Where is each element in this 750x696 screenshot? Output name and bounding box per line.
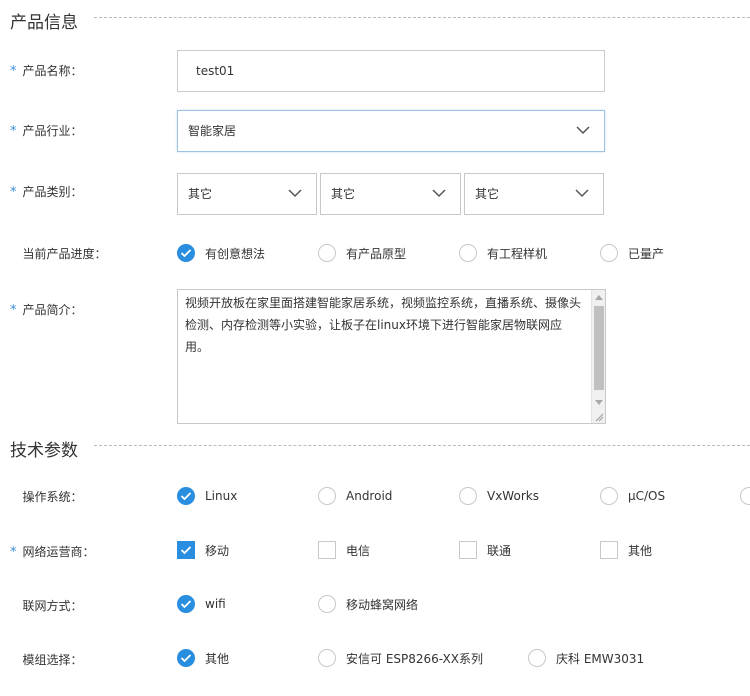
product-name-label: * 产品名称： xyxy=(10,64,83,79)
required-star-icon: * xyxy=(10,545,17,560)
network-option-wifi[interactable]: wifi xyxy=(177,595,226,613)
section-title-product-info: 产品信息 xyxy=(10,13,78,33)
progress-label: *当前产品进度： xyxy=(22,247,107,261)
radio-unchecked-icon xyxy=(459,244,477,262)
required-star-icon: * xyxy=(10,64,17,79)
module-label: *模组选择： xyxy=(22,653,83,667)
carrier-option-telecom[interactable]: 电信 xyxy=(318,541,370,559)
radio-unchecked-icon xyxy=(318,244,336,262)
industry-select[interactable]: 智能家居 xyxy=(177,110,605,152)
module-option-other[interactable]: 其他 xyxy=(177,649,229,667)
carrier-option-other[interactable]: 其他 xyxy=(600,541,652,559)
checkbox-unchecked-icon xyxy=(459,541,477,559)
radio-checked-icon xyxy=(177,487,195,505)
progress-option-prototype[interactable]: 有产品原型 xyxy=(318,244,406,262)
radio-unchecked-icon xyxy=(600,244,618,262)
chevron-down-icon xyxy=(576,126,590,135)
required-star-icon: * xyxy=(10,124,17,139)
check-icon xyxy=(180,546,192,555)
radio-checked-icon xyxy=(177,244,195,262)
radio-unchecked-icon xyxy=(318,595,336,613)
os-option-vxworks[interactable]: VxWorks xyxy=(459,487,539,505)
category-select-1[interactable]: 其它 xyxy=(177,173,317,215)
industry-label: * 产品行业： xyxy=(10,124,83,139)
os-label: *操作系统： xyxy=(22,490,83,504)
progress-option-sample[interactable]: 有工程样机 xyxy=(459,244,547,262)
category-select-value: 其它 xyxy=(475,187,500,201)
radio-unchecked-icon xyxy=(600,487,618,505)
os-option-more[interactable] xyxy=(740,487,750,505)
required-star-icon: * xyxy=(10,185,17,200)
network-option-cellular[interactable]: 移动蜂窝网络 xyxy=(318,595,418,613)
resize-grip-icon[interactable] xyxy=(594,412,604,422)
required-star-icon: * xyxy=(10,303,17,318)
radio-unchecked-icon xyxy=(318,487,336,505)
check-icon xyxy=(180,249,192,258)
industry-select-value: 智能家居 xyxy=(188,124,237,138)
check-icon xyxy=(180,600,192,609)
radio-unchecked-icon xyxy=(740,487,750,505)
carrier-label: * 网络运营商： xyxy=(10,545,95,560)
section-divider xyxy=(94,17,750,18)
progress-option-mass-production[interactable]: 已量产 xyxy=(600,244,664,262)
scroll-down-icon[interactable] xyxy=(595,400,603,405)
checkbox-checked-icon xyxy=(177,541,195,559)
os-option-linux[interactable]: Linux xyxy=(177,487,237,505)
textarea-scrollbar[interactable] xyxy=(591,290,605,423)
scroll-up-icon[interactable] xyxy=(595,295,603,300)
module-option-esp8266[interactable]: 安信可 ESP8266-XX系列 xyxy=(318,649,483,667)
carrier-option-mobile[interactable]: 移动 xyxy=(177,541,229,559)
carrier-option-unicom[interactable]: 联通 xyxy=(459,541,511,559)
radio-unchecked-icon xyxy=(459,487,477,505)
os-option-ucos[interactable]: μC/OS xyxy=(600,487,665,505)
description-text: 视频开放板在家里面搭建智能家居系统，视频监控系统，直播系统、摄像头检测、内存检测… xyxy=(185,296,582,354)
description-label: * 产品简介： xyxy=(10,303,83,318)
category-select-2[interactable]: 其它 xyxy=(320,173,461,215)
category-select-value: 其它 xyxy=(331,187,356,201)
radio-checked-icon xyxy=(177,595,195,613)
os-option-android[interactable]: Android xyxy=(318,487,392,505)
chevron-down-icon xyxy=(288,189,302,198)
check-icon xyxy=(180,492,192,501)
check-icon xyxy=(180,654,192,663)
chevron-down-icon xyxy=(575,189,589,198)
network-label: *联网方式： xyxy=(22,599,83,613)
module-option-emw3031[interactable]: 庆科 EMW3031 xyxy=(528,649,644,667)
description-textarea[interactable]: 视频开放板在家里面搭建智能家居系统，视频监控系统，直播系统、摄像头检测、内存检测… xyxy=(177,289,606,424)
radio-checked-icon xyxy=(177,649,195,667)
section-title-tech-params: 技术参数 xyxy=(10,441,78,461)
category-select-3[interactable]: 其它 xyxy=(464,173,604,215)
product-name-input[interactable]: test01 xyxy=(177,50,605,92)
progress-option-idea[interactable]: 有创意想法 xyxy=(177,244,265,262)
category-label: * 产品类别： xyxy=(10,185,83,200)
scroll-thumb[interactable] xyxy=(594,306,604,390)
radio-unchecked-icon xyxy=(528,649,546,667)
section-divider xyxy=(94,445,750,446)
checkbox-unchecked-icon xyxy=(318,541,336,559)
category-select-value: 其它 xyxy=(188,187,213,201)
chevron-down-icon xyxy=(432,189,446,198)
checkbox-unchecked-icon xyxy=(600,541,618,559)
radio-unchecked-icon xyxy=(318,649,336,667)
